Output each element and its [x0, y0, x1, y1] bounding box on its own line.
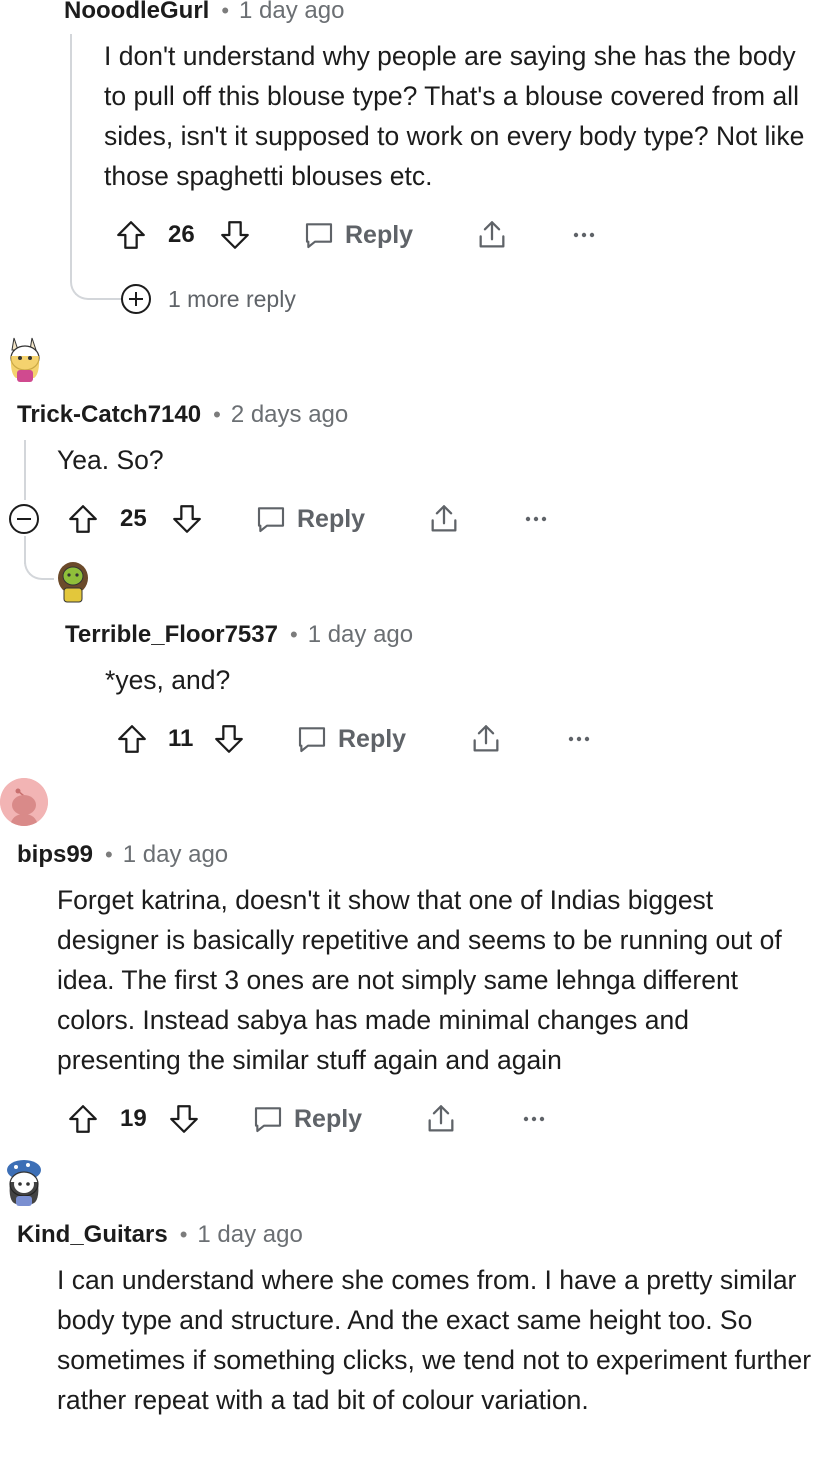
more-replies-label: 1 more reply: [168, 285, 296, 312]
vote-count: 26: [168, 221, 195, 248]
snoo-avatar-icon: [7, 1160, 41, 1206]
share-button[interactable]: [424, 1099, 458, 1139]
thread-connector: [70, 262, 122, 300]
reply-button[interactable]: Reply: [255, 499, 365, 539]
upvote-button[interactable]: [66, 499, 100, 539]
avatar[interactable]: [2, 334, 48, 386]
comment-meta: Trick-Catch7140 • 2 days ago: [17, 400, 348, 430]
more-replies-link[interactable]: 1 more reply: [120, 283, 296, 315]
share-icon: [428, 1105, 454, 1132]
thread-connector: [24, 546, 54, 580]
share-icon: [431, 505, 457, 532]
more-options-icon: [525, 516, 547, 522]
thread-line: [24, 440, 26, 500]
reply-button[interactable]: Reply: [303, 215, 413, 255]
separator-dot: •: [221, 0, 230, 23]
timestamp: 1 day ago: [122, 841, 229, 868]
reply-button[interactable]: Reply: [296, 719, 406, 759]
comment-meta: NooodleGurl • 1 day ago: [64, 0, 344, 26]
comment-body: Forget katrina, doesn't it show that one…: [57, 885, 782, 1075]
downvote-button[interactable]: [170, 499, 204, 539]
comment-meta: Terrible_Floor7537 • 1 day ago: [65, 620, 413, 650]
speech-bubble-icon: [257, 507, 285, 533]
downvote-button[interactable]: [212, 719, 246, 759]
downvote-arrow-icon: [170, 1105, 198, 1133]
comment-actions: 19 Reply: [0, 1099, 828, 1139]
speech-bubble-icon: [254, 1107, 282, 1133]
username[interactable]: Trick-Catch7140: [17, 401, 201, 429]
reply-label: Reply: [294, 1104, 363, 1133]
comment-body: *yes, and?: [105, 665, 231, 695]
share-button[interactable]: [475, 215, 509, 255]
upvote-button[interactable]: [114, 215, 148, 255]
more-options-icon: [573, 232, 595, 238]
downvote-button[interactable]: [218, 215, 252, 255]
minus-circle-icon: [9, 504, 39, 534]
separator-dot: •: [179, 1222, 188, 1247]
downvote-arrow-icon: [221, 221, 249, 249]
separator-dot: •: [105, 842, 113, 867]
timestamp: 1 day ago: [239, 0, 345, 24]
timestamp: 1 day ago: [197, 1221, 303, 1248]
upvote-arrow-icon: [117, 221, 145, 249]
share-icon: [473, 725, 499, 752]
comment-body: I can understand where she comes from. I…: [57, 1265, 812, 1415]
comment-meta: bips99 • 1 day ago: [17, 840, 228, 870]
comment-body: Yea. So?: [57, 445, 164, 475]
vote-count: 11: [168, 725, 194, 752]
upvote-arrow-icon: [118, 725, 146, 753]
default-snoo-avatar-icon: [0, 778, 48, 826]
share-button[interactable]: [469, 719, 503, 759]
avatar[interactable]: [0, 778, 48, 826]
username[interactable]: bips99: [17, 841, 93, 869]
upvote-arrow-icon: [69, 1105, 97, 1133]
username[interactable]: Kind_Guitars: [17, 1221, 168, 1249]
snoo-avatar-icon: [58, 562, 88, 603]
vote-count: 19: [120, 1105, 147, 1132]
share-button[interactable]: [427, 499, 461, 539]
more-options-icon: [523, 1116, 545, 1122]
comment-meta: Kind_Guitars • 1 day ago: [17, 1220, 303, 1250]
avatar[interactable]: [52, 556, 94, 606]
reply-label: Reply: [297, 504, 366, 533]
username[interactable]: NooodleGurl: [64, 0, 209, 25]
more-options-button[interactable]: [572, 215, 596, 255]
username[interactable]: Terrible_Floor7537: [65, 621, 278, 649]
comment-actions: 11 Reply: [0, 719, 828, 759]
timestamp: 1 day ago: [307, 621, 414, 648]
downvote-arrow-icon: [215, 725, 243, 753]
upvote-button[interactable]: [115, 719, 149, 759]
more-options-button[interactable]: [567, 719, 591, 759]
separator-dot: •: [213, 402, 221, 427]
speech-bubble-icon: [305, 223, 333, 249]
more-options-button[interactable]: [522, 1099, 546, 1139]
more-options-icon: [568, 736, 590, 742]
vote-count: 25: [120, 505, 147, 532]
comment-actions: 25 Reply: [0, 499, 828, 539]
comment-actions: 26 Reply: [0, 215, 828, 255]
upvote-arrow-icon: [69, 505, 97, 533]
share-icon: [479, 221, 505, 248]
more-options-button[interactable]: [524, 499, 548, 539]
speech-bubble-icon: [298, 727, 326, 753]
timestamp: 2 days ago: [230, 401, 349, 428]
reply-label: Reply: [345, 220, 414, 249]
comment-body: I don't understand why people are saying…: [104, 41, 805, 191]
upvote-button[interactable]: [66, 1099, 100, 1139]
downvote-arrow-icon: [173, 505, 201, 533]
reply-label: Reply: [338, 724, 407, 753]
avatar[interactable]: [2, 1158, 46, 1208]
reply-button[interactable]: Reply: [252, 1099, 362, 1139]
downvote-button[interactable]: [167, 1099, 201, 1139]
separator-dot: •: [289, 622, 298, 647]
collapse-thread-button[interactable]: [8, 499, 40, 539]
snoo-avatar-icon: [10, 337, 40, 382]
plus-circle-icon: [121, 284, 151, 314]
